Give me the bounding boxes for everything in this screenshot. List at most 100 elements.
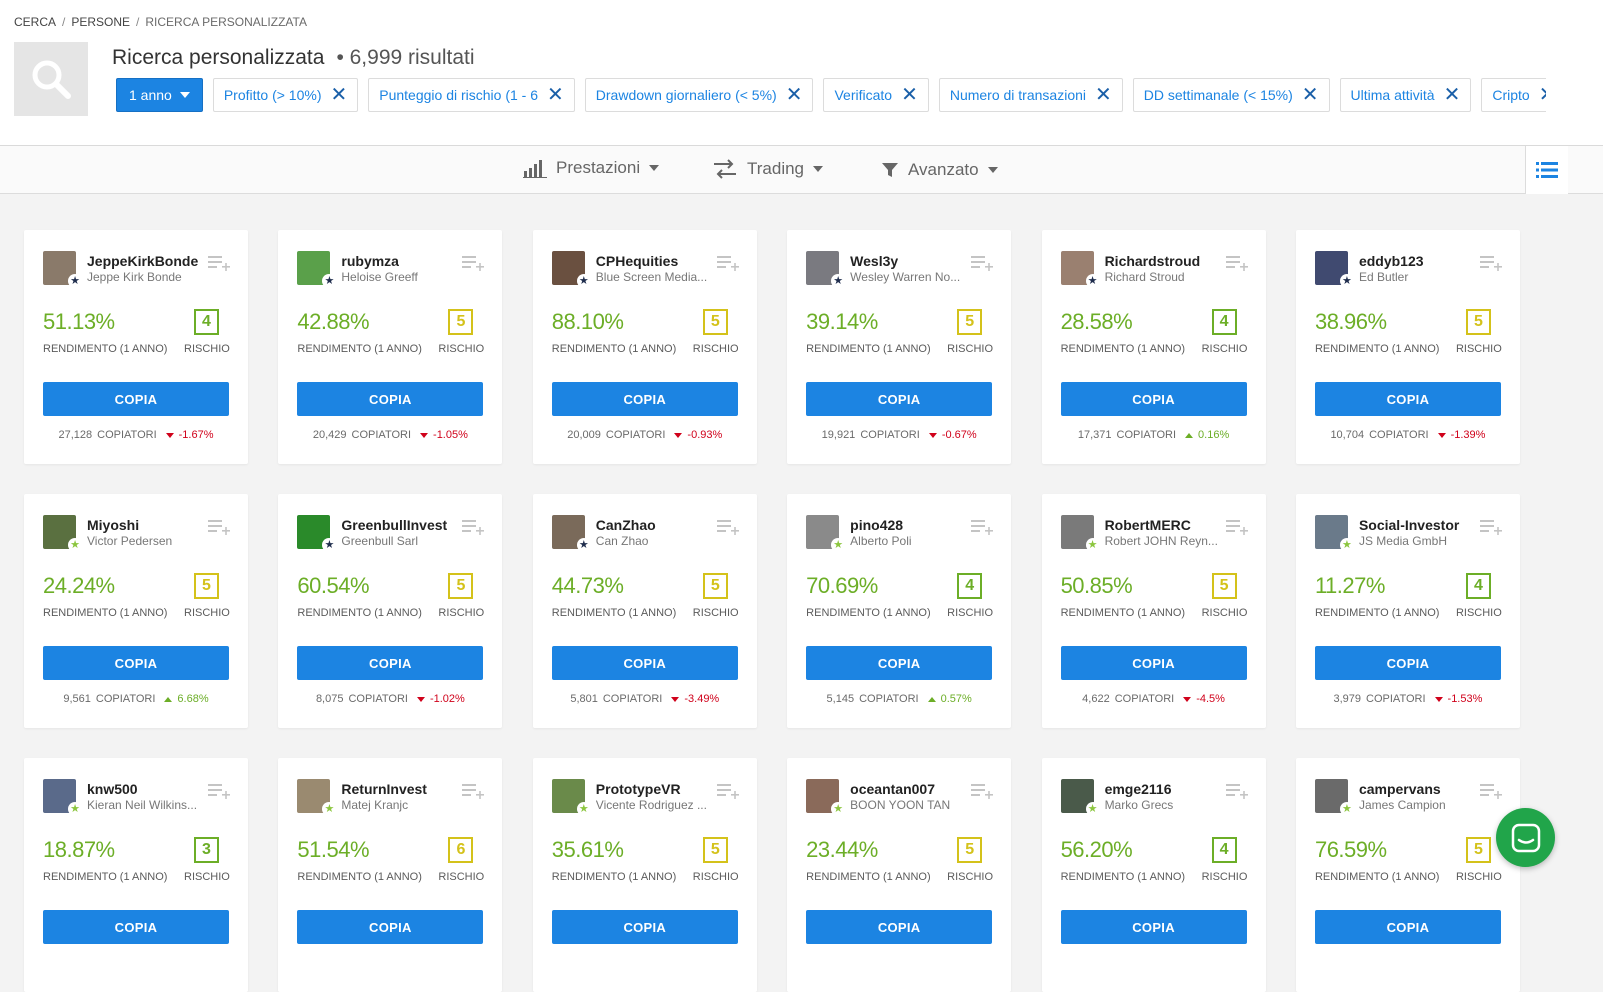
avatar[interactable]: ★ <box>43 251 82 288</box>
copy-button[interactable]: COPIA <box>551 646 738 680</box>
add-to-watchlist-icon[interactable] <box>1225 518 1248 536</box>
trader-username[interactable]: campervans <box>1359 781 1479 797</box>
trader-username[interactable]: ReturnInvest <box>341 781 461 797</box>
avatar[interactable]: ★ <box>551 251 591 288</box>
copy-button[interactable]: COPIA <box>1060 910 1247 944</box>
close-icon[interactable]: ✕ <box>547 85 564 105</box>
avatar[interactable]: ★ <box>806 779 846 816</box>
avatar[interactable]: ★ <box>297 515 337 552</box>
filter-chip-crypto[interactable]: Cripto ✕ <box>1481 78 1546 112</box>
breadcrumb-people[interactable]: PERSONE <box>71 15 130 29</box>
trader-username[interactable]: rubymza <box>341 253 461 269</box>
trader-username[interactable]: RobertMERC <box>1105 517 1225 533</box>
add-to-watchlist-icon[interactable] <box>971 254 994 272</box>
filter-chip-profit[interactable]: Profitto (> 10%) ✕ <box>212 78 359 112</box>
copiers-row: 8,075 COPIATORI -1.02% <box>278 693 502 705</box>
avatar[interactable]: ★ <box>297 251 337 288</box>
add-to-watchlist-icon[interactable] <box>1479 518 1502 536</box>
avatar[interactable]: ★ <box>1060 515 1100 552</box>
filter-chip-daily-drawdown[interactable]: Drawdown giornaliero (< 5%) ✕ <box>584 78 814 112</box>
copy-button[interactable]: COPIA <box>1060 646 1247 680</box>
add-to-watchlist-icon[interactable] <box>971 782 994 800</box>
trader-username[interactable]: PrototypeVR <box>596 781 716 797</box>
copy-button[interactable]: COPIA <box>43 382 229 416</box>
tab-performance[interactable]: Prestazioni <box>523 158 660 178</box>
copy-button[interactable]: COPIA <box>551 382 738 416</box>
list-view-toggle[interactable] <box>1525 146 1568 194</box>
avatar[interactable]: ★ <box>551 515 591 552</box>
copy-button[interactable]: COPIA <box>1314 910 1501 944</box>
avatar[interactable]: ★ <box>806 251 846 288</box>
filter-chip-weekly-dd[interactable]: DD settimanale (< 15%) ✕ <box>1132 78 1330 112</box>
trader-username[interactable]: CanZhao <box>596 517 716 533</box>
add-to-watchlist-icon[interactable] <box>716 254 739 272</box>
copy-button[interactable]: COPIA <box>806 382 993 416</box>
filter-chip-transactions[interactable]: Numero di transazioni ✕ <box>938 78 1123 112</box>
trader-username[interactable]: Wesl3y <box>850 253 970 269</box>
trader-username[interactable]: oceantan007 <box>850 781 970 797</box>
copy-button[interactable]: COPIA <box>1314 646 1501 680</box>
avatar[interactable]: ★ <box>1060 251 1100 288</box>
trader-username[interactable]: JeppeKirkBonde <box>87 253 207 269</box>
tab-advanced[interactable]: Avanzato <box>881 160 998 180</box>
filter-chip-verified[interactable]: Verificato ✕ <box>823 78 929 112</box>
breadcrumb-search[interactable]: CERCA <box>14 15 56 29</box>
trader-username[interactable]: Social-Investor <box>1359 517 1479 533</box>
close-icon[interactable]: ✕ <box>786 85 803 105</box>
avatar[interactable]: ★ <box>1314 251 1354 288</box>
add-to-watchlist-icon[interactable] <box>462 782 485 800</box>
add-to-watchlist-icon[interactable] <box>716 782 739 800</box>
copy-button[interactable]: COPIA <box>43 910 229 944</box>
chat-button[interactable] <box>1496 808 1555 867</box>
avatar[interactable]: ★ <box>1314 515 1354 552</box>
add-to-watchlist-icon[interactable] <box>1479 254 1502 272</box>
avatar[interactable]: ★ <box>1060 779 1100 816</box>
trader-username[interactable]: Miyoshi <box>87 517 207 533</box>
add-to-watchlist-icon[interactable] <box>208 254 230 272</box>
trader-username[interactable]: pino428 <box>850 517 970 533</box>
add-to-watchlist-icon[interactable] <box>462 254 485 272</box>
add-to-watchlist-icon[interactable] <box>1225 254 1248 272</box>
copy-button[interactable]: COPIA <box>1060 382 1247 416</box>
avatar[interactable]: ★ <box>43 515 82 552</box>
copy-button[interactable]: COPIA <box>1314 382 1501 416</box>
copy-button[interactable]: COPIA <box>297 382 484 416</box>
trader-username[interactable]: emge2116 <box>1105 781 1225 797</box>
period-dropdown[interactable]: 1 anno <box>116 78 203 112</box>
trader-fullname: Kieran Neil Wilkins... <box>87 798 198 812</box>
avatar[interactable]: ★ <box>1314 779 1354 816</box>
copy-button[interactable]: COPIA <box>43 646 229 680</box>
close-icon[interactable]: ✕ <box>330 85 347 105</box>
add-to-watchlist-icon[interactable] <box>1225 782 1248 800</box>
trader-username[interactable]: Richardstroud <box>1105 253 1225 269</box>
avatar[interactable]: ★ <box>806 515 846 552</box>
tab-trading[interactable]: Trading <box>712 158 824 180</box>
add-to-watchlist-icon[interactable] <box>208 518 230 536</box>
risk-score: 5 <box>448 573 474 599</box>
copy-button[interactable]: COPIA <box>806 910 993 944</box>
copy-button[interactable]: COPIA <box>551 910 738 944</box>
trader-username[interactable]: CPHequities <box>596 253 716 269</box>
copy-button[interactable]: COPIA <box>297 646 484 680</box>
close-icon[interactable]: ✕ <box>1539 85 1546 105</box>
avatar[interactable]: ★ <box>551 779 591 816</box>
copy-button[interactable]: COPIA <box>297 910 484 944</box>
close-icon[interactable]: ✕ <box>1444 85 1461 105</box>
avatar[interactable]: ★ <box>43 779 82 816</box>
add-to-watchlist-icon[interactable] <box>462 518 485 536</box>
close-icon[interactable]: ✕ <box>901 85 918 105</box>
add-to-watchlist-icon[interactable] <box>971 518 994 536</box>
add-to-watchlist-icon[interactable] <box>208 782 230 800</box>
close-icon[interactable]: ✕ <box>1302 85 1319 105</box>
filter-chip-last-activity[interactable]: Ultima attività ✕ <box>1339 78 1472 112</box>
copy-button[interactable]: COPIA <box>806 646 993 680</box>
filter-chip-risk-score[interactable]: Punteggio di rischio (1 - 6 ✕ <box>368 78 575 112</box>
add-to-watchlist-icon[interactable] <box>1479 782 1502 800</box>
copiers-count: 8,075 <box>315 693 344 705</box>
trader-username[interactable]: eddyb123 <box>1359 253 1479 269</box>
add-to-watchlist-icon[interactable] <box>716 518 739 536</box>
close-icon[interactable]: ✕ <box>1095 85 1112 105</box>
trader-username[interactable]: knw500 <box>87 781 207 797</box>
trader-username[interactable]: GreenbullInvest <box>341 517 461 533</box>
avatar[interactable]: ★ <box>297 779 337 816</box>
